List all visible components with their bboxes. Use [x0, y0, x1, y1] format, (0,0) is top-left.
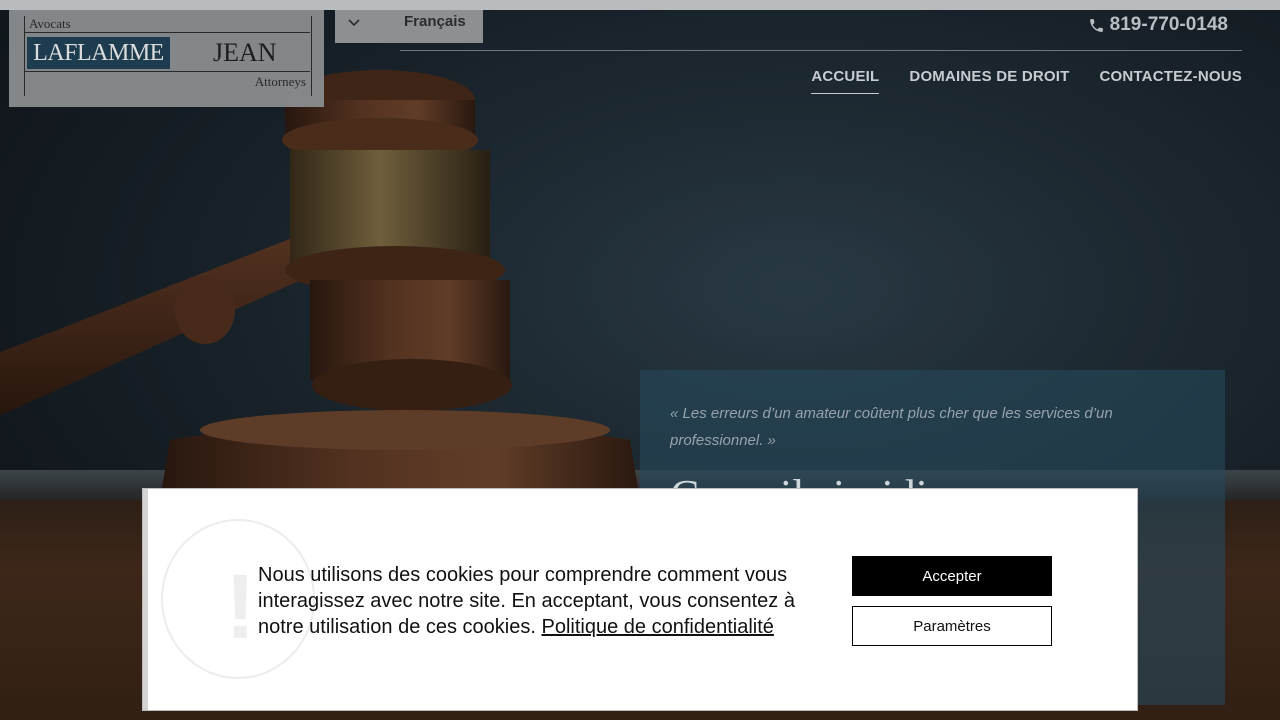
- nav-item-contactez-nous[interactable]: CONTACTEZ-NOUS: [1099, 68, 1242, 94]
- cookie-banner: ! Nous utilisons des cookies pour compre…: [142, 488, 1138, 711]
- logo-divider-bottom: [24, 71, 310, 72]
- cookie-banner-accent: [143, 489, 148, 710]
- phone-link[interactable]: 819-770-0148: [1088, 14, 1228, 36]
- logo-laflamme-text: LAFLAMME: [27, 37, 170, 69]
- cookie-message: Nous utilisons des cookies pour comprend…: [258, 562, 818, 640]
- chevron-down-icon[interactable]: [347, 16, 361, 30]
- site-logo[interactable]: Avocats LAFLAMME JEAN Attorneys: [9, 10, 324, 107]
- logo-attorneys-text: Attorneys: [254, 74, 306, 89]
- main-nav: ACCUEIL DOMAINES DE DROIT CONTACTEZ-NOUS: [811, 68, 1242, 94]
- logo-jean-text: JEAN: [213, 38, 277, 67]
- nav-divider: [400, 50, 1242, 51]
- accept-cookies-button[interactable]: Accepter: [852, 556, 1052, 596]
- logo-avocats-text: Avocats: [29, 16, 71, 31]
- top-strip: [0, 0, 1280, 10]
- phone-icon: [1089, 18, 1103, 32]
- logo-divider-top: [24, 32, 310, 33]
- language-selector[interactable]: Français: [335, 10, 483, 43]
- cookie-settings-button[interactable]: Paramètres: [852, 606, 1052, 646]
- hero-quote: « Les erreurs d’un amateur coûtent plus …: [670, 405, 1113, 449]
- language-label[interactable]: Français: [404, 13, 466, 30]
- nav-item-accueil[interactable]: ACCUEIL: [811, 68, 880, 94]
- privacy-policy-link[interactable]: Politique de confidentialité: [542, 616, 774, 638]
- nav-item-domaines-de-droit[interactable]: DOMAINES DE DROIT: [909, 68, 1069, 94]
- phone-number[interactable]: 819-770-0148: [1110, 14, 1228, 36]
- warning-glyph: !: [225, 556, 256, 658]
